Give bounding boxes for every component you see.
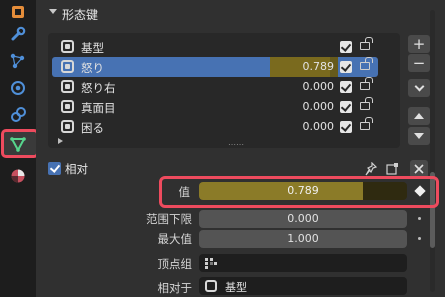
filter-options-arrow-icon[interactable] (58, 138, 63, 144)
section-title: 形态键 (62, 8, 99, 22)
list-item-active[interactable]: 怒り 0.789 (52, 57, 378, 77)
vertex-group-field[interactable] (199, 254, 407, 272)
max-value-field[interactable]: 1.000 (199, 230, 407, 248)
mute-checkbox[interactable] (340, 61, 352, 73)
shape-key-name: 困る (81, 121, 104, 135)
animate-dot-icon[interactable] (418, 237, 421, 240)
lock-icon[interactable] (360, 117, 373, 130)
resize-grip-icon[interactable]: ⋯⋯ (228, 140, 244, 149)
move-down-button[interactable] (408, 127, 430, 145)
properties-tab-bar (0, 0, 39, 297)
shape-key-icon (205, 280, 217, 292)
lock-icon[interactable] (360, 57, 373, 70)
shape-key-icon (61, 40, 74, 53)
shape-key-name: 怒り右 (81, 81, 116, 95)
constraint-icon[interactable] (6, 103, 30, 127)
relative-checkbox[interactable] (48, 162, 61, 175)
vertex-group-label: 顶点组 (157, 257, 193, 271)
shape-key-value[interactable]: 0.789 (262, 60, 335, 73)
range-min-label: 范围下限 (146, 212, 192, 226)
shape-key-value[interactable]: 0.000 (262, 80, 335, 93)
relative-to-field[interactable]: 基型 (199, 277, 407, 295)
shape-key-value[interactable]: 0.000 (262, 100, 335, 113)
arrow-down-icon (414, 133, 424, 139)
vertex-group-icon (205, 258, 217, 269)
lock-icon[interactable] (360, 77, 373, 90)
shape-key-value[interactable]: 0.000 (262, 120, 335, 133)
shape-key-icon (61, 80, 74, 93)
shape-keys-header[interactable]: 形态键 (36, 0, 426, 28)
material-icon[interactable] (6, 164, 30, 188)
mute-checkbox[interactable] (340, 81, 352, 93)
shape-key-icon (61, 60, 74, 73)
data-triangle-icon[interactable] (6, 132, 30, 156)
shape-key-icon (61, 120, 74, 133)
mute-checkbox[interactable] (340, 41, 352, 53)
shape-key-icon (61, 100, 74, 113)
shape-key-name: 怒り (81, 61, 104, 75)
object-icon[interactable] (6, 0, 30, 24)
scrollbar-track[interactable] (430, 10, 435, 292)
value-highlight (159, 176, 439, 208)
lock-icon[interactable] (360, 37, 373, 50)
mute-checkbox[interactable] (340, 121, 352, 133)
add-shape-key-button[interactable]: + (408, 35, 430, 53)
mute-checkbox[interactable] (340, 101, 352, 113)
range-min-field[interactable]: 0.000 (199, 210, 407, 228)
move-up-button[interactable] (408, 107, 430, 125)
list-item[interactable]: 怒り右 0.000 (52, 77, 378, 97)
remove-shape-key-button[interactable]: − (408, 54, 430, 72)
close-icon (414, 164, 424, 174)
lock-icon[interactable] (360, 97, 373, 110)
particles-icon[interactable] (6, 49, 30, 73)
list-item[interactable]: 基型 (52, 37, 378, 57)
relative-to-value: 基型 (225, 281, 247, 294)
chevron-down-icon (49, 9, 57, 14)
physics-icon[interactable] (6, 76, 30, 100)
wrench-icon[interactable] (6, 22, 30, 46)
arrow-up-icon (414, 113, 424, 119)
max-value-label: 最大值 (157, 232, 193, 246)
shape-key-name: 基型 (81, 41, 104, 55)
shape-key-name: 真面目 (81, 101, 116, 115)
list-item[interactable]: 真面目 0.000 (52, 97, 378, 117)
specials-menu-button[interactable] (408, 79, 430, 97)
relative-label: 相对 (65, 162, 88, 176)
relative-to-label: 相对于 (157, 281, 193, 295)
list-item[interactable]: 困る 0.000 (52, 117, 378, 137)
animate-dot-icon[interactable] (418, 217, 421, 220)
chevron-down-icon (414, 81, 424, 91)
